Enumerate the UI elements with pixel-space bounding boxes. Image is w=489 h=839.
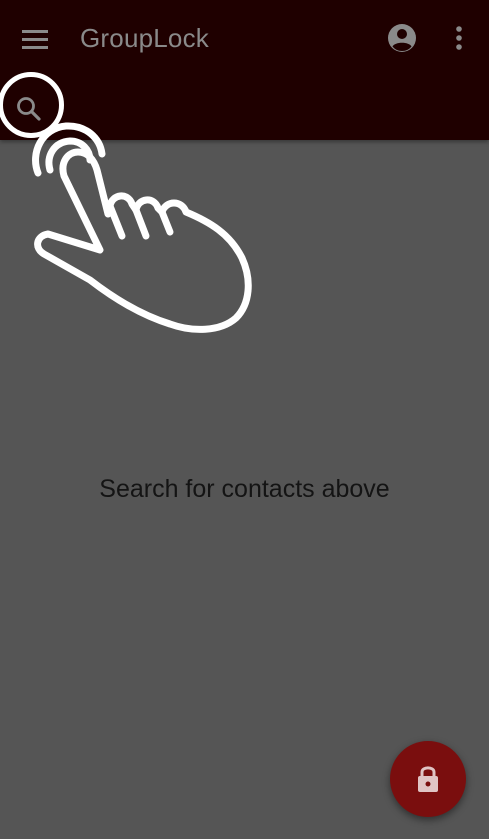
more-options-button[interactable]	[447, 22, 471, 54]
menu-button[interactable]	[20, 24, 50, 54]
account-button[interactable]	[386, 22, 418, 54]
more-vert-icon	[456, 26, 462, 50]
search-icon	[17, 97, 41, 121]
tap-hand-icon	[32, 122, 252, 333]
empty-state-message: Search for contacts above	[99, 475, 390, 503]
app-title: GroupLock	[80, 23, 209, 53]
lock-fab-button[interactable]	[390, 741, 466, 817]
app-bar: GroupLock	[0, 0, 489, 140]
search-button[interactable]	[6, 85, 52, 131]
lock-icon	[418, 766, 438, 792]
account-circle-icon	[388, 24, 416, 52]
hamburger-menu-icon	[22, 30, 48, 49]
